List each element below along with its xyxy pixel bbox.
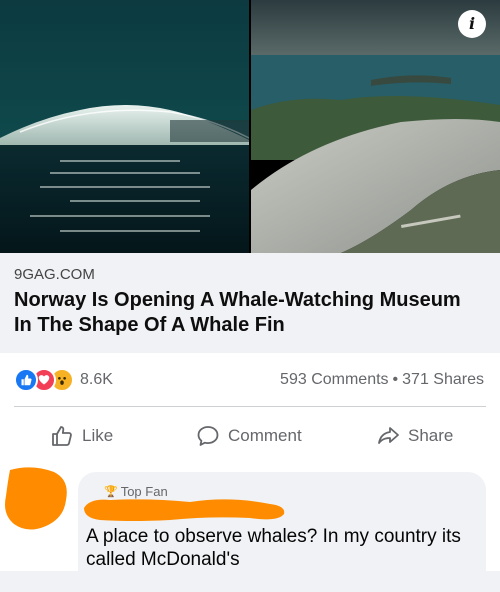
comment-text: A place to observe whales? In my country… [86,526,461,570]
engagement-stats: 593 Comments • 371 Shares [280,371,484,389]
share-label: Share [408,426,454,445]
stats-separator: • [392,371,399,388]
like-button[interactable]: Like [50,418,113,454]
link-title[interactable]: Norway Is Opening A Whale-Watching Museu… [14,288,484,338]
comment-button[interactable]: Comment [196,418,302,454]
comment-label: Comment [228,426,302,445]
reaction-summary[interactable]: 8.6K [14,368,113,392]
shares-count[interactable]: 371 Shares [402,371,484,388]
redacted-commenter-name [80,486,290,526]
museum-night-photo [0,0,249,253]
action-bar: Like Comment Share [0,418,500,454]
avatar[interactable] [2,466,70,532]
post-image[interactable]: i [0,0,500,253]
link-domain: 9GAG.COM [14,266,95,283]
share-button[interactable]: Share [376,418,453,454]
info-icon[interactable]: i [458,10,486,38]
like-reaction-icon [14,368,38,392]
share-arrow-icon [378,427,399,444]
comments-count[interactable]: 593 Comments [280,371,389,388]
museum-aerial-photo [251,0,500,253]
reaction-count[interactable]: 8.6K [80,371,113,389]
like-label: Like [82,426,114,445]
comment-bubble-icon [197,426,219,446]
divider [14,406,486,407]
thumbs-up-icon [52,426,72,446]
